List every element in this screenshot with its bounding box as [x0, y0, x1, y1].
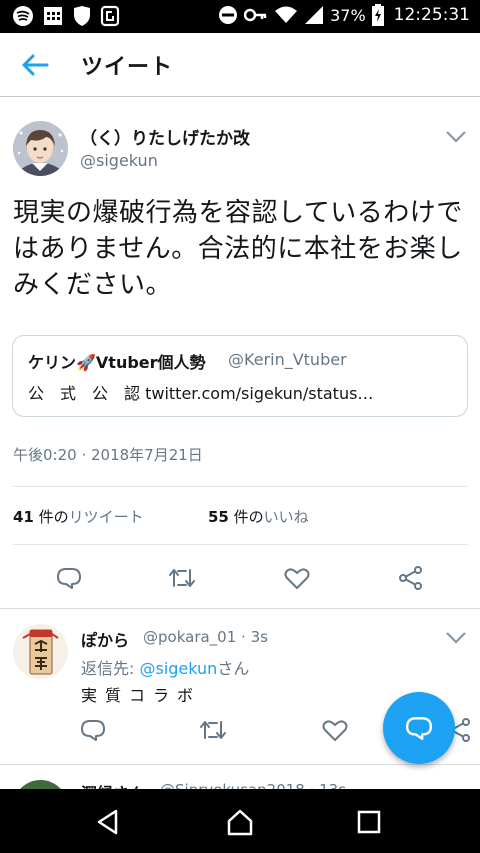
replying-to: 返信先: @sigekunさん: [81, 655, 249, 679]
nav-recents-icon[interactable]: [355, 808, 383, 836]
divider: [0, 764, 480, 765]
quoted-author-handle: @Kerin_Vtuber: [228, 350, 347, 369]
nav-back-icon[interactable]: [94, 808, 122, 836]
status-bar: 37% 12:25:31: [0, 0, 480, 33]
compose-reply-button[interactable]: [383, 692, 455, 764]
replying-to-suffix: さん: [217, 659, 250, 678]
do-not-disturb-icon: [219, 6, 238, 24]
page-title: ツイート: [81, 55, 174, 80]
author-avatar[interactable]: [13, 121, 68, 176]
like-count-label: いいね: [263, 508, 309, 526]
like-count: 55: [208, 508, 229, 526]
author-handle[interactable]: @sigekun: [80, 151, 158, 170]
retweet-count-link[interactable]: 41 件のリツイート: [13, 506, 144, 527]
like-heart-icon[interactable]: [322, 718, 348, 742]
back-arrow-icon[interactable]: [20, 53, 50, 77]
divider: [13, 544, 468, 545]
clock: 12:25:31: [393, 5, 470, 25]
reply-author-avatar[interactable]: [13, 624, 68, 679]
nav-home-icon[interactable]: [226, 808, 254, 836]
retweet-count-label: リツイート: [68, 508, 144, 526]
share-icon[interactable]: [398, 566, 424, 590]
reply-icon[interactable]: [56, 566, 82, 590]
reply-text: 実質コラボ: [81, 686, 202, 705]
app-icon: [100, 5, 120, 27]
divider: [13, 486, 468, 487]
reply-author-name[interactable]: ぽから: [81, 627, 129, 651]
reply-author-handle[interactable]: @pokara_01 · 3s: [143, 628, 268, 646]
reply-icon[interactable]: [80, 718, 106, 742]
quoted-tweet-card[interactable]: ケリン🚀Vtuber個人勢 @Kerin_Vtuber 公 式 公 認 twit…: [12, 335, 468, 417]
spotify-icon: [13, 6, 33, 26]
like-heart-icon[interactable]: [284, 566, 310, 590]
reply-bubble-icon: [405, 717, 433, 740]
chevron-down-icon[interactable]: [445, 631, 467, 645]
quoted-tweet-text: 公 式 公 認 twitter.com/sigekun/status…: [28, 384, 374, 403]
author-name[interactable]: （く）りたしげたか改: [80, 124, 250, 149]
retweet-icon[interactable]: [168, 566, 196, 590]
replying-to-mention[interactable]: @sigekun: [139, 659, 217, 678]
app-bar: ツイート: [0, 33, 480, 97]
signal-icon: [305, 6, 324, 24]
tweet-text: 現実の爆破行為を容認しているわけではありません。合法的に本社をお楽しみください。: [13, 198, 463, 300]
retweet-icon[interactable]: [199, 718, 227, 742]
retweet-count: 41: [13, 508, 34, 526]
like-count-unit: 件の: [233, 508, 264, 526]
replying-to-prefix: 返信先:: [81, 659, 140, 678]
key-icon: [244, 8, 267, 22]
retweet-count-unit: 件の: [38, 508, 69, 526]
like-count-link[interactable]: 55 件のいいね: [208, 506, 309, 527]
shield-icon: [74, 6, 90, 26]
wifi-icon: [275, 6, 298, 23]
calendar-icon: [44, 7, 62, 25]
system-nav-bar: [0, 789, 480, 853]
quoted-author-name: ケリン🚀Vtuber個人勢: [28, 353, 206, 372]
battery-percent: 37%: [330, 5, 366, 25]
battery-icon: [371, 4, 384, 26]
tweet-timestamp: 午後0:20 · 2018年7月21日: [13, 446, 203, 464]
chevron-down-icon[interactable]: [445, 130, 467, 144]
divider: [0, 608, 480, 609]
